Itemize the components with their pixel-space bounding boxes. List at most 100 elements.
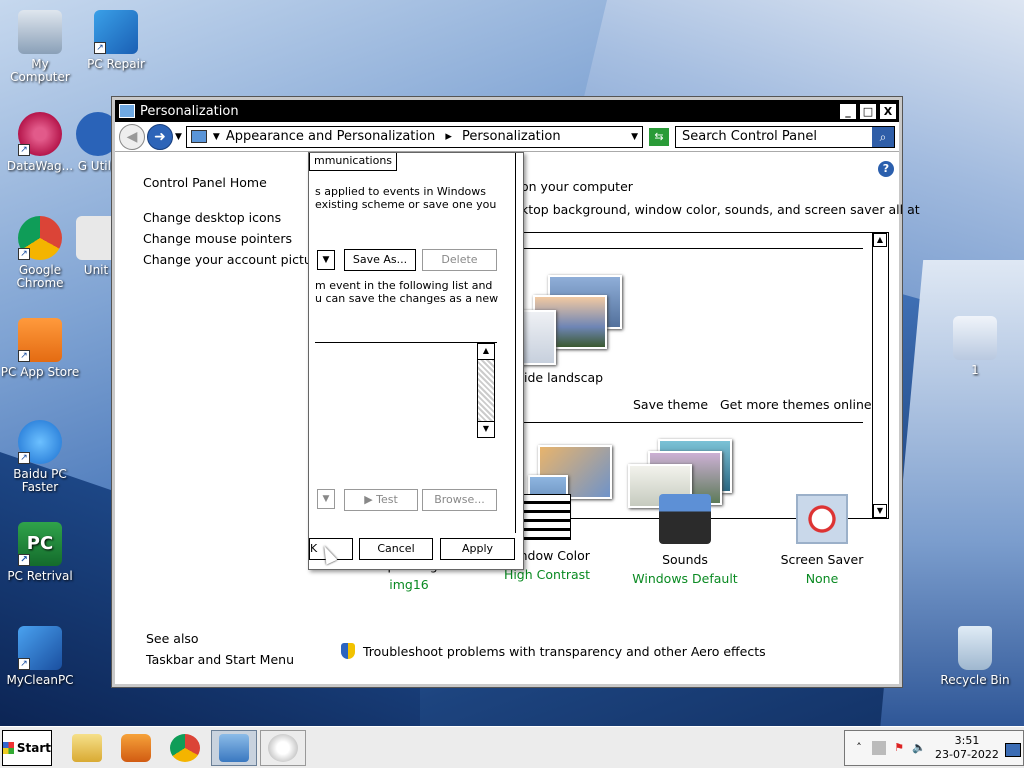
page-heading: on your computer <box>521 179 633 194</box>
maximize-button[interactable]: □ <box>859 102 877 120</box>
screen-saver-item[interactable]: Screen Saver None <box>752 494 892 586</box>
screen-saver-value: None <box>805 571 839 586</box>
network-icon[interactable] <box>872 741 886 755</box>
minimize-button[interactable]: _ <box>839 102 857 120</box>
mycleanpc-icon: ↗ <box>18 626 62 670</box>
sounds-icon <box>659 494 711 544</box>
breadcrumb-separator-icon[interactable]: ▸ <box>445 129 452 144</box>
page-description: ktop background, window color, sounds, a… <box>521 202 920 217</box>
scheme-dropdown-icon[interactable]: ▼ <box>317 250 335 270</box>
close-button[interactable]: X <box>879 102 897 120</box>
search-input[interactable]: Search Control Panel ⌕ <box>675 125 895 148</box>
taskbar-and-start-menu-link[interactable]: Taskbar and Start Menu <box>146 652 294 667</box>
taskbar-media-player[interactable] <box>113 730 159 766</box>
refresh-button[interactable]: ⇆ <box>649 127 669 146</box>
show-hidden-icons-icon[interactable]: ˄ <box>852 741 866 755</box>
utility-icon <box>76 112 116 156</box>
action-center-icon[interactable]: ⚑ <box>892 741 906 755</box>
desktop-icon-unit[interactable]: Unit <box>76 216 116 277</box>
chevron-down-icon[interactable]: ▼ <box>213 132 220 142</box>
control-panel-icon <box>119 104 135 118</box>
scroll-down-icon[interactable]: ▼ <box>478 421 494 437</box>
folder-icon <box>72 733 102 762</box>
sound-dialog: mmunications s applied to events in Wind… <box>308 152 524 570</box>
window-title: Personalization <box>140 103 239 119</box>
screen-saver-icon <box>796 494 848 544</box>
breadcrumb-appearance[interactable]: Appearance and Personalization <box>226 129 435 144</box>
left-navigation: Control Panel Home Change desktop icons … <box>115 152 324 687</box>
show-desktop-icon[interactable] <box>1005 743 1021 757</box>
events-description-2: u can save the changes as a new <box>315 292 499 305</box>
taskbar-explorer[interactable] <box>64 730 110 766</box>
title-bar[interactable]: Personalization _ □ X <box>115 100 899 122</box>
store-icon: ↗ <box>18 318 62 362</box>
desktop-icon-1[interactable]: 1 <box>935 316 1015 377</box>
screen-saver-label: Screen Saver <box>780 552 864 567</box>
chrome-icon: ↗ <box>18 216 62 260</box>
browse-button[interactable]: Browse... <box>422 489 497 511</box>
breadcrumb: Appearance and Personalization ▸ Persona… <box>226 129 631 144</box>
speaker-icon <box>268 733 298 762</box>
breadcrumb-personalization[interactable]: Personalization <box>462 129 561 144</box>
change-mouse-pointers-link[interactable]: Change mouse pointers <box>143 231 292 246</box>
control-panel-icon <box>219 733 249 762</box>
cancel-button[interactable]: Cancel <box>359 538 433 560</box>
desktop-icon-datawag[interactable]: ↗ DataWag... <box>0 112 80 173</box>
taskbar-control-panel[interactable] <box>211 729 257 766</box>
desktop-icon-mycleanpc[interactable]: ↗ MyCleanPC <box>0 626 80 687</box>
clock[interactable]: 3:51 23-07-2022 <box>935 734 999 762</box>
volume-icon[interactable]: 🔈 <box>912 741 926 755</box>
delete-button[interactable]: Delete <box>422 249 497 271</box>
desktop-icon-pc-app-store[interactable]: ↗ PC App Store <box>0 318 80 379</box>
recycle-bin-icon <box>958 626 992 670</box>
datawag-icon: ↗ <box>18 112 62 156</box>
save-theme-link[interactable]: Save theme <box>633 397 708 412</box>
help-icon[interactable]: ? <box>878 161 894 177</box>
theme-name[interactable]: ide landscap <box>524 370 603 385</box>
save-as-button[interactable]: Save As... <box>344 249 416 271</box>
shield-icon <box>341 643 355 659</box>
chrome-icon <box>170 733 200 762</box>
address-bar: ◀ ➜ ▼ ▼ Appearance and Personalization ▸… <box>115 122 899 152</box>
themes-scrollbar[interactable]: ▲ ▼ <box>872 233 888 518</box>
tab-communications[interactable]: mmunications <box>309 153 398 171</box>
app-icon <box>76 216 116 260</box>
desktop-icon-pc-retrival[interactable]: PC ↗ PC Retrival <box>0 522 80 583</box>
troubleshoot-link[interactable]: Troubleshoot problems with transparency … <box>341 643 766 659</box>
start-button[interactable]: Start <box>2 729 52 766</box>
get-more-themes-link[interactable]: Get more themes online <box>720 397 872 412</box>
scroll-up-icon[interactable]: ▲ <box>478 344 494 360</box>
forward-button[interactable]: ➜ <box>147 123 173 150</box>
events-scrollbar[interactable]: ▲ ▼ <box>477 343 495 438</box>
desktop-icon-recycle-bin[interactable]: Recycle Bin <box>935 626 1015 687</box>
taskbar: Start ˄ ⚑ 🔈 3:51 23-07-2022 <box>0 726 1024 768</box>
desktop-icon-google-chrome[interactable]: ↗ Google Chrome <box>0 216 80 290</box>
address-dropdown-icon[interactable]: ▼ <box>631 132 638 142</box>
search-placeholder: Search Control Panel <box>682 129 817 144</box>
system-tray: ˄ ⚑ 🔈 3:51 23-07-2022 <box>844 730 1024 766</box>
test-button[interactable]: ▶ Test <box>344 489 418 511</box>
desktop-icon-my-computer[interactable]: My Computer <box>0 10 80 84</box>
taskbar-sound[interactable] <box>260 729 306 766</box>
recent-pages-dropdown-icon[interactable]: ▼ <box>175 132 182 142</box>
desktop-icon-pc-repair[interactable]: ↗ PC Repair <box>76 10 156 71</box>
change-desktop-icons-link[interactable]: Change desktop icons <box>143 210 281 225</box>
see-also-heading: See also <box>146 631 199 646</box>
sounds-value: Windows Default <box>632 571 738 586</box>
clock-time: 3:51 <box>954 734 980 747</box>
change-account-picture-link[interactable]: Change your account picture <box>143 252 324 267</box>
scroll-up-icon[interactable]: ▲ <box>873 233 887 247</box>
search-icon[interactable]: ⌕ <box>872 126 894 147</box>
back-button[interactable]: ◀ <box>119 123 145 150</box>
sounds-dropdown-icon[interactable]: ▼ <box>317 489 335 509</box>
desktop-icon-utility[interactable]: G Utili <box>76 112 116 173</box>
address-field[interactable]: ▼ Appearance and Personalization ▸ Perso… <box>185 125 643 148</box>
scroll-down-icon[interactable]: ▼ <box>873 504 887 518</box>
desktop-icon-baidu-pc-faster[interactable]: ↗ Baidu PC Faster <box>0 420 80 494</box>
apply-button[interactable]: Apply <box>440 538 515 560</box>
taskbar-chrome[interactable] <box>162 730 208 766</box>
clock-date: 23-07-2022 <box>935 748 999 761</box>
sounds-item[interactable]: Sounds Windows Default <box>615 494 755 586</box>
control-panel-home-link[interactable]: Control Panel Home <box>143 175 267 190</box>
program-events-list[interactable] <box>315 342 497 438</box>
